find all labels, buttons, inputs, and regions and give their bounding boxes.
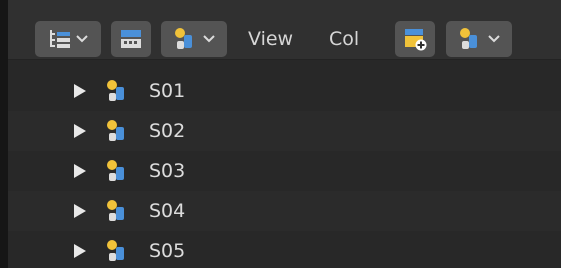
new-collection-button[interactable] [395,21,435,57]
outliner-header: View Col [8,0,561,60]
chevron-down-icon [75,35,88,43]
scene-icon [174,28,192,49]
chevron-down-icon [202,35,215,43]
outliner-row-s04[interactable]: S04 [8,191,561,231]
expand-arrow-icon[interactable] [73,243,87,259]
scene-icon [107,120,124,141]
outliner-item-label[interactable]: S02 [149,111,185,151]
scene-icon [107,200,124,221]
view-menu[interactable]: View [248,21,293,57]
scene-icon [107,80,124,101]
collection-menu[interactable]: Col [329,21,359,57]
outliner-item-label[interactable]: S04 [149,191,185,231]
expand-arrow-icon[interactable] [73,203,87,219]
new-collection-icon [405,29,427,51]
filter-button[interactable] [111,21,151,57]
outliner-row-s03[interactable]: S03 [8,151,561,191]
scene-dropdown[interactable] [446,21,512,57]
scene-icon [107,160,124,181]
outliner-row-s02[interactable]: S02 [8,111,561,151]
expand-arrow-icon[interactable] [73,163,87,179]
outliner-panel: View Col S01 S02 S03 S04 S05 [8,0,561,268]
scene-icon [107,240,124,261]
expand-arrow-icon[interactable] [73,123,87,139]
outliner-display-mode-icon [49,30,70,48]
outliner-item-label[interactable]: S01 [149,71,185,111]
display-mode-dropdown[interactable] [35,21,101,57]
expand-arrow-icon[interactable] [73,83,87,99]
scene-selector-dropdown[interactable] [161,21,227,57]
outliner-item-label[interactable]: S03 [149,151,185,191]
outliner-row-s05[interactable]: S05 [8,231,561,268]
outliner-item-label[interactable]: S05 [149,231,185,268]
filter-icon [121,30,141,48]
chevron-down-icon [487,35,500,43]
scene-icon [459,28,477,49]
outliner-row-s01[interactable]: S01 [8,71,561,111]
